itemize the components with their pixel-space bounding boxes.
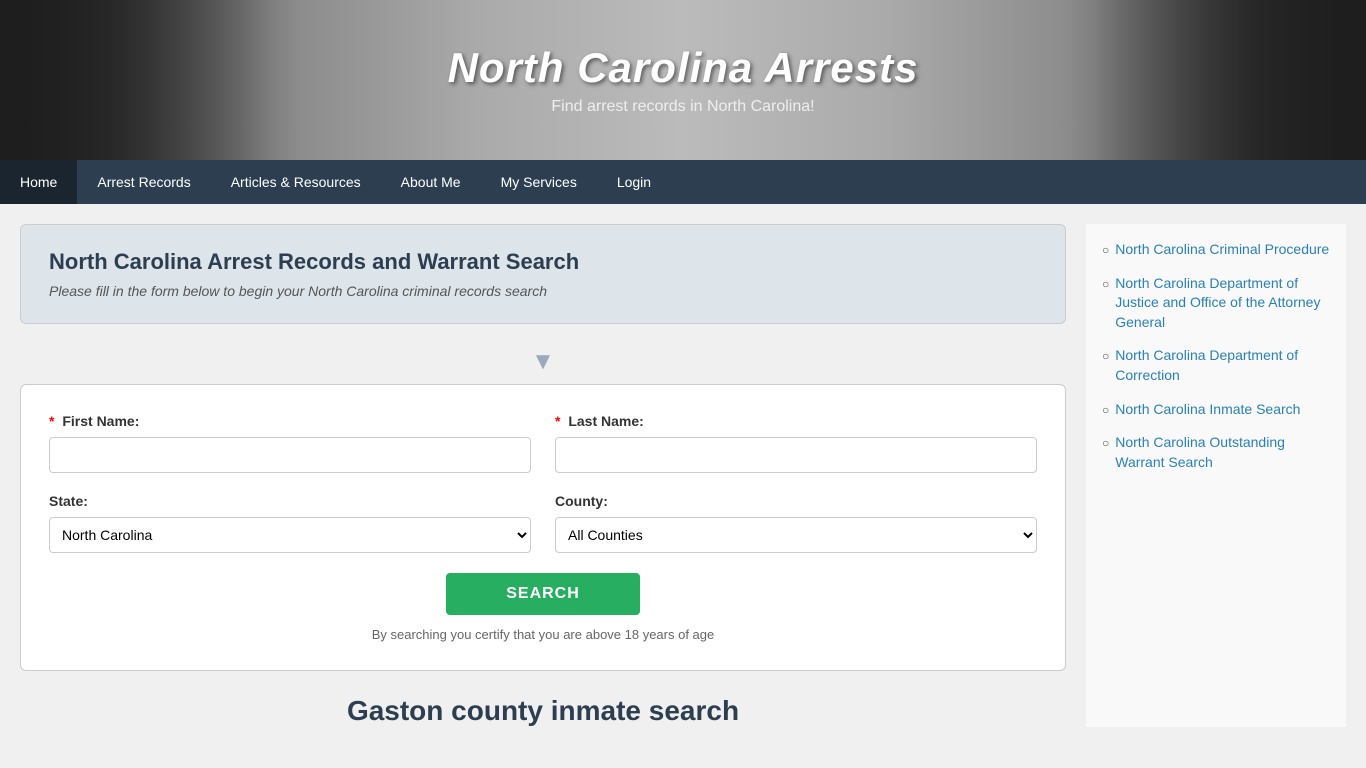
bullet-icon: ○ [1102,403,1109,417]
site-title: North Carolina Arrests [448,44,919,92]
search-arrow: ▼ [20,348,1066,376]
sidebar-link-nc-doc[interactable]: North Carolina Department of Correction [1115,346,1330,385]
state-group: State: North Carolina [49,493,531,553]
search-disclaimer: By searching you certify that you are ab… [49,627,1037,642]
nav-articles[interactable]: Articles & Resources [211,160,381,204]
first-name-label: * First Name: [49,413,531,429]
sidebar-item-nc-doc: ○ North Carolina Department of Correctio… [1102,346,1330,385]
name-row: * First Name: * Last Name: [49,413,1037,473]
sidebar-links: ○ North Carolina Criminal Procedure ○ No… [1102,240,1330,472]
sidebar-item-nc-criminal-procedure: ○ North Carolina Criminal Procedure [1102,240,1330,260]
last-name-group: * Last Name: [555,413,1037,473]
site-header: North Carolina Arrests Find arrest recor… [0,0,1366,160]
location-row: State: North Carolina County: All Counti… [49,493,1037,553]
sidebar-item-nc-inmate: ○ North Carolina Inmate Search [1102,400,1330,420]
sidebar-item-nc-warrant: ○ North Carolina Outstanding Warrant Sea… [1102,433,1330,472]
header-hands-right [1066,0,1366,160]
sidebar-item-nc-doj: ○ North Carolina Department of Justice a… [1102,274,1330,333]
bullet-icon: ○ [1102,436,1109,450]
nav-login[interactable]: Login [597,160,671,204]
last-name-input[interactable] [555,437,1037,473]
search-btn-wrap: SEARCH [49,573,1037,615]
county-select[interactable]: All Counties [555,517,1037,553]
state-select[interactable]: North Carolina [49,517,531,553]
first-name-input[interactable] [49,437,531,473]
nav-services[interactable]: My Services [481,160,597,204]
bullet-icon: ○ [1102,243,1109,257]
main-nav: Home Arrest Records Articles & Resources… [0,160,1366,204]
first-name-group: * First Name: [49,413,531,473]
search-box-title: North Carolina Arrest Records and Warran… [49,249,1037,275]
nav-arrest-records[interactable]: Arrest Records [77,160,210,204]
site-subtitle: Find arrest records in North Carolina! [448,98,919,116]
header-hands-left [0,0,300,160]
county-label: County: [555,493,1037,509]
nav-home[interactable]: Home [0,160,77,204]
county-group: County: All Counties [555,493,1037,553]
search-box-subtitle: Please fill in the form below to begin y… [49,283,1037,299]
last-name-required: * [555,413,560,429]
first-name-required: * [49,413,54,429]
content-area: North Carolina Arrest Records and Warran… [20,224,1066,727]
search-description-box: North Carolina Arrest Records and Warran… [20,224,1066,324]
state-label: State: [49,493,531,509]
section-title: Gaston county inmate search [20,695,1066,727]
sidebar-link-nc-criminal-procedure[interactable]: North Carolina Criminal Procedure [1115,240,1329,260]
search-button[interactable]: SEARCH [446,573,640,615]
bullet-icon: ○ [1102,277,1109,291]
main-layout: North Carolina Arrest Records and Warran… [0,204,1366,747]
bullet-icon: ○ [1102,349,1109,363]
sidebar: ○ North Carolina Criminal Procedure ○ No… [1086,224,1346,727]
sidebar-link-nc-warrant[interactable]: North Carolina Outstanding Warrant Searc… [1115,433,1330,472]
search-form-container: * First Name: * Last Name: State: [20,384,1066,671]
sidebar-link-nc-doj[interactable]: North Carolina Department of Justice and… [1115,274,1330,333]
header-content: North Carolina Arrests Find arrest recor… [448,44,919,116]
sidebar-link-nc-inmate[interactable]: North Carolina Inmate Search [1115,400,1300,420]
nav-about[interactable]: About Me [381,160,481,204]
last-name-label: * Last Name: [555,413,1037,429]
